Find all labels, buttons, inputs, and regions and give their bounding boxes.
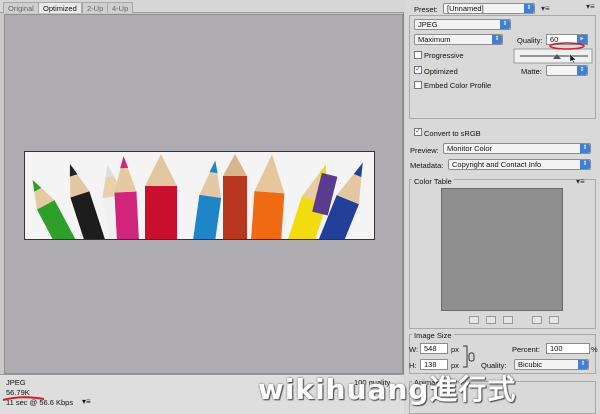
percent-input[interactable]: 100: [546, 343, 590, 354]
link-icon[interactable]: [462, 345, 476, 369]
matte-label: Matte:: [521, 67, 542, 76]
compression-select[interactable]: Maximum ⇕: [414, 34, 503, 45]
preset-menu-icon[interactable]: ▾≡: [541, 4, 550, 13]
tab-4-up[interactable]: 4-Up: [107, 2, 134, 13]
convert-srgb-label: Convert to sRGB: [424, 129, 481, 138]
web-shift-icon[interactable]: [486, 316, 496, 324]
progressive-label: Progressive: [424, 51, 464, 60]
delete-color-icon[interactable]: [549, 316, 559, 324]
percent-unit: %: [591, 345, 598, 354]
preview-area: Original Optimized 2-Up 4-Up JPEG 56.79K…: [0, 0, 404, 414]
image-size-title: Image Size: [412, 331, 454, 340]
format-select[interactable]: JPEG ⇕: [414, 19, 511, 30]
preset-label: Preset:: [414, 5, 438, 14]
quality-slider-popup[interactable]: [512, 42, 596, 66]
preview-select[interactable]: Monitor Color ⇕: [443, 143, 591, 154]
tab-original[interactable]: Original: [3, 2, 39, 13]
width-input[interactable]: 548: [420, 343, 448, 354]
color-table-menu-icon[interactable]: ▾≡: [576, 177, 585, 186]
view-tabs: Original Optimized 2-Up 4-Up: [0, 0, 404, 13]
color-table-swatches: [441, 188, 563, 311]
percent-label: Percent:: [512, 345, 540, 354]
resample-quality-select[interactable]: Bicubic ⇕: [514, 359, 589, 370]
new-color-icon[interactable]: [532, 316, 542, 324]
convert-srgb-checkbox[interactable]: ✓: [414, 128, 422, 136]
pencils-photo: [25, 152, 374, 239]
tab-2-up[interactable]: 2-Up: [82, 2, 109, 13]
format-label: JPEG: [6, 378, 26, 387]
metadata-select[interactable]: Copyright and Contact Info ⇕: [448, 159, 591, 170]
metadata-label: Metadata:: [410, 161, 444, 170]
optimized-checkbox[interactable]: ✓: [414, 66, 422, 74]
tab-optimized[interactable]: Optimized: [38, 2, 82, 13]
progressive-checkbox[interactable]: [414, 51, 422, 59]
optimized-label: Optimized: [424, 67, 458, 76]
map-color-icon[interactable]: [469, 316, 479, 324]
lock-color-icon[interactable]: [503, 316, 513, 324]
embed-profile-label: Embed Color Profile: [424, 81, 492, 90]
watermark-logo: wikihuang進行式: [258, 373, 517, 406]
panel-menu-icon[interactable]: ▾≡: [586, 2, 595, 11]
width-unit: px: [451, 345, 459, 354]
pencils-image: [24, 151, 375, 240]
image-canvas[interactable]: [4, 14, 403, 374]
preview-label: Preview:: [410, 146, 439, 155]
matte-select[interactable]: ⇕: [546, 65, 588, 76]
width-label: W:: [409, 345, 419, 354]
red-underline-annotation: [2, 396, 45, 401]
color-table-title: Color Table: [412, 177, 454, 186]
preset-select[interactable]: [Unnamed] ⇕: [443, 3, 535, 14]
embed-profile-checkbox[interactable]: [414, 81, 422, 89]
download-menu-icon[interactable]: ▾≡: [82, 397, 91, 406]
